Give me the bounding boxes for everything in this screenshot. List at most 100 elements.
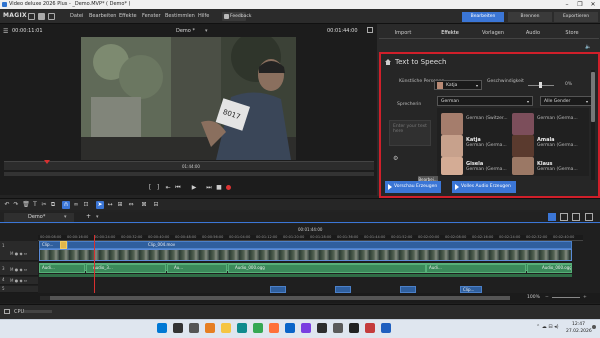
zoom-out-icon[interactable]: − [545, 295, 549, 300]
trim-icon[interactable]: ⊞ [116, 201, 124, 209]
settings-icon[interactable] [333, 323, 343, 333]
voice-select[interactable]: Katja ▾ [434, 80, 482, 90]
photos-icon[interactable] [301, 323, 311, 333]
zoom-level[interactable]: 100% [527, 295, 540, 300]
text-icon[interactable]: T [31, 201, 39, 209]
audio-clip[interactable]: Audio_000.ogg [228, 264, 426, 273]
view-storyboard-icon[interactable] [560, 213, 568, 221]
feedback-button[interactable]: Feedback [222, 12, 251, 21]
split-icon[interactable]: ⧉ [49, 201, 57, 209]
tab-demo[interactable]: Demo* ▾ [4, 213, 74, 222]
audio-clip[interactable]: Audio_000.ogg [527, 264, 572, 273]
menu-bearbeiten[interactable]: Bearbeiten [89, 13, 116, 19]
view-scene-icon[interactable] [572, 213, 580, 221]
open-folder-icon[interactable] [38, 13, 45, 20]
tab-import[interactable]: Import [387, 29, 419, 38]
tab-vorlagen[interactable]: Vorlagen [475, 29, 511, 38]
skip-forward-icon[interactable]: ⏭ [205, 184, 213, 192]
timeline-clip[interactable]: Clip... [39, 241, 61, 249]
mail-icon[interactable] [285, 323, 295, 333]
marker-icon[interactable]: ⊠ [140, 201, 148, 209]
video-thumbnail-track[interactable] [39, 249, 572, 261]
mouse-mode-icon[interactable]: ∩ [62, 201, 70, 209]
range-icon[interactable]: ↔ [106, 201, 114, 209]
new-file-icon[interactable] [28, 13, 35, 20]
track-header-4[interactable]: 4 M ● ◆ ⇔ [0, 277, 38, 285]
dropdown-icon[interactable]: ▾ [205, 28, 208, 34]
stretch-icon[interactable]: ⇔ [127, 201, 135, 209]
magix-icon[interactable] [381, 323, 391, 333]
chrome-icon[interactable] [253, 323, 263, 333]
skip-back-icon[interactable]: ⏮ [174, 184, 182, 192]
timeline-clip[interactable] [60, 241, 67, 249]
timeline-clip[interactable] [400, 286, 416, 293]
tab-audio[interactable]: Audio [517, 29, 549, 38]
playhead[interactable] [94, 235, 95, 293]
home-icon[interactable] [385, 59, 391, 65]
link-icon[interactable]: ∞ [72, 201, 80, 209]
track-controls-icon[interactable]: M ● ◆ ⇔ [10, 251, 27, 256]
track-controls-icon[interactable]: M ● ◆ ⇔ [10, 267, 27, 272]
view-mixer-icon[interactable] [585, 213, 593, 221]
close-button[interactable]: ✕ [588, 0, 598, 9]
undo-icon[interactable]: ↶ [3, 201, 11, 209]
zoom-in-icon[interactable]: + [583, 295, 587, 300]
chevron-down-icon[interactable]: ▾ [96, 214, 99, 220]
scrollbar-thumb[interactable] [50, 296, 510, 300]
voice-avatar-gisela[interactable] [441, 157, 463, 175]
tts-text-input[interactable]: Enter your text here [389, 120, 431, 146]
track-controls-icon[interactable]: M ● ◆ ⇔ [10, 278, 27, 283]
track-header-1[interactable]: 1 M ● ◆ ⇔ [0, 241, 38, 261]
terminal-icon[interactable] [349, 323, 359, 333]
hamburger-icon[interactable]: ☰ [3, 28, 8, 35]
fullscreen-icon[interactable] [367, 27, 373, 33]
voice-avatar[interactable] [512, 113, 534, 135]
record-icon[interactable] [226, 185, 231, 190]
zoom-slider[interactable] [552, 297, 580, 298]
scrub-bar[interactable]: 01:44:00 [4, 160, 374, 170]
mode-exportieren[interactable]: Exportieren [554, 12, 598, 22]
speed-slider-handle[interactable] [539, 82, 542, 88]
preview-generate-button[interactable]: Vorschau Erzeugen [385, 181, 441, 193]
preview-slider[interactable] [4, 172, 374, 176]
delete-icon[interactable]: 🗑 [22, 201, 30, 209]
menu-effekte[interactable]: Effekte [119, 13, 137, 19]
audio-clip[interactable]: Audi... [39, 264, 85, 273]
windows-start-icon[interactable] [157, 323, 167, 333]
tab-effekte[interactable]: Effekte [432, 29, 468, 38]
scrub-marker[interactable] [44, 160, 50, 164]
menu-fenster[interactable]: Fenster [142, 13, 161, 19]
store-icon[interactable] [317, 323, 327, 333]
cut-icon[interactable]: ✂ [40, 201, 48, 209]
mode-bearbeiten[interactable]: Bearbeiten [462, 12, 504, 22]
firefox-icon[interactable] [269, 323, 279, 333]
timeline-clip[interactable] [270, 286, 286, 293]
audio-clip[interactable]: Au... [167, 264, 227, 273]
voice-avatar[interactable] [441, 113, 463, 135]
menu-hilfe[interactable]: Hilfe [198, 13, 209, 19]
track-header-3[interactable]: 3 M ● ◆ ⇔ [0, 264, 38, 276]
stop-icon[interactable]: ■ [215, 184, 223, 191]
save-icon[interactable] [48, 13, 55, 20]
maximize-button[interactable]: ❐ [575, 0, 585, 9]
prev-marker-icon[interactable]: ⇤ [164, 184, 172, 191]
mark-in-icon[interactable]: [ [146, 184, 154, 191]
menu-bestimmlen[interactable]: Bestimmlen [165, 13, 195, 19]
voice-avatar-amala[interactable] [512, 135, 534, 157]
pointer-icon[interactable]: ➤ [96, 201, 104, 209]
voice-avatar-katja[interactable] [441, 135, 463, 157]
language-select[interactable]: German ▾ [437, 96, 533, 106]
gender-select[interactable]: Alle Gender ▾ [540, 96, 592, 106]
view-timeline-icon[interactable] [548, 213, 556, 221]
timeline-clip[interactable]: Clip... [460, 286, 482, 293]
redo-icon[interactable]: ↷ [12, 201, 20, 209]
timeline-scrollbar[interactable] [40, 296, 510, 300]
explorer-icon[interactable] [221, 323, 231, 333]
timeline-clip[interactable] [335, 286, 351, 293]
task-view-icon[interactable] [189, 323, 199, 333]
voice-list-scrollbar[interactable] [591, 70, 595, 180]
mode-brennen[interactable]: Brennen [508, 12, 552, 22]
snap-icon[interactable]: ⊟ [152, 201, 160, 209]
speaker-icon[interactable]: 🔈 [585, 44, 591, 50]
tab-store[interactable]: Store [557, 29, 587, 38]
